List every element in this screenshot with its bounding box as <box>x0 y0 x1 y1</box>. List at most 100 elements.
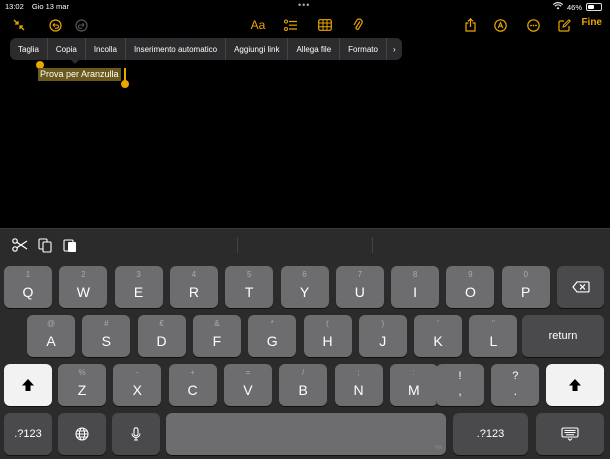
paste-shortcut-icon[interactable] <box>63 235 77 255</box>
key-alt-label: 3 <box>136 270 141 279</box>
key-r[interactable]: 4R <box>169 266 218 308</box>
numbers-key-right[interactable]: .?123 <box>453 413 528 455</box>
key-a[interactable]: @ A <box>27 315 75 357</box>
key-alt-label: = <box>245 368 251 377</box>
menu-item-add-link[interactable]: Aggiungi link <box>226 38 289 60</box>
shortcut-divider <box>237 237 238 253</box>
key-label: Z <box>77 382 87 398</box>
key-l[interactable]: " L <box>469 315 518 357</box>
numbers-key-left[interactable]: .?123 <box>4 413 52 455</box>
globe-key[interactable] <box>58 413 106 455</box>
key-k[interactable]: ' K <box>414 315 463 357</box>
redo-icon[interactable] <box>72 14 90 36</box>
return-key[interactable]: return <box>522 315 604 357</box>
done-button[interactable]: Fine <box>581 17 602 28</box>
key-j[interactable]: ) J <box>358 315 407 357</box>
key-alt-label: ) <box>381 319 385 328</box>
menu-item-cut[interactable]: Taglia <box>10 38 48 60</box>
paperclip-icon[interactable] <box>349 14 367 36</box>
key-label: H <box>322 333 333 349</box>
period-key[interactable]: ?. <box>491 364 540 406</box>
hide-keyboard-key[interactable] <box>536 413 604 455</box>
key-b[interactable]: / B <box>279 364 328 406</box>
menu-item-paste[interactable]: Incolla <box>86 38 126 60</box>
key-p[interactable]: 0P <box>501 266 550 308</box>
comma-key[interactable]: !, <box>436 364 484 406</box>
key-w[interactable]: 2W <box>59 266 108 308</box>
key-label: N <box>353 382 364 398</box>
key-alt-label: 6 <box>302 270 307 279</box>
checklist-icon[interactable] <box>282 14 300 36</box>
share-icon[interactable] <box>462 14 478 36</box>
key-g[interactable]: * G <box>248 315 297 357</box>
key-alt-label: 2 <box>81 270 86 279</box>
menu-item-attach-file[interactable]: Allega file <box>288 38 341 60</box>
key-alt-label: & <box>214 319 220 328</box>
edit-menu: Taglia Copia Incolla Inserimento automat… <box>10 38 402 60</box>
more-icon[interactable] <box>525 14 541 36</box>
shift-key-left[interactable] <box>4 364 52 406</box>
key-i[interactable]: 8I <box>391 266 440 308</box>
copy-shortcut-icon[interactable] <box>38 235 52 255</box>
key-x[interactable]: -X <box>113 364 162 406</box>
shift-icon <box>4 378 52 392</box>
key-alt-label: 9 <box>468 270 473 279</box>
multitasking-dots[interactable]: ••• <box>298 0 310 10</box>
menu-item-copy[interactable]: Copia <box>48 38 86 60</box>
key-alt-label: / <box>302 368 305 377</box>
menu-item-format[interactable]: Formato <box>340 38 387 60</box>
dictation-key[interactable] <box>112 413 160 455</box>
key-alt-label: 8 <box>412 270 418 279</box>
key-alt-label: ( <box>326 319 329 328</box>
undo-icon[interactable] <box>46 14 64 36</box>
note-selected-text[interactable]: Prova per Aranzulla <box>38 68 121 81</box>
battery-icon <box>586 3 602 11</box>
collapse-icon[interactable] <box>10 14 28 36</box>
table-icon[interactable] <box>316 14 334 36</box>
key-t[interactable]: 5T <box>225 266 274 308</box>
key-f[interactable]: & F <box>192 315 241 357</box>
key-s[interactable]: # S <box>82 315 131 357</box>
key-d[interactable]: € D <box>137 315 186 357</box>
notes-toolbar: Aa Fine <box>0 14 610 36</box>
key-n[interactable]: ; N <box>334 364 383 406</box>
key-v[interactable]: = V <box>223 364 272 406</box>
shift-key-right[interactable] <box>546 364 604 406</box>
key-e[interactable]: 3E <box>114 266 163 308</box>
key-label: V <box>243 382 253 398</box>
markup-icon[interactable] <box>492 14 508 36</box>
key-label: R <box>188 284 199 300</box>
status-left: 13:02 Gio 13 mar <box>5 2 75 11</box>
return-label: return <box>548 330 578 342</box>
key-label: M <box>407 382 420 398</box>
key-u[interactable]: 7U <box>335 266 384 308</box>
key-y[interactable]: 6Y <box>280 266 329 308</box>
menu-more-chevron-icon[interactable]: › <box>387 38 402 60</box>
key-alt-label: 0 <box>523 270 528 279</box>
key-o[interactable]: 9O <box>446 266 495 308</box>
key-z[interactable]: % Z <box>58 364 106 406</box>
key-alt-label: 5 <box>246 270 252 279</box>
cut-shortcut-icon[interactable] <box>12 235 28 255</box>
key-alt-label: " <box>491 319 495 328</box>
key-label: T <box>244 284 254 300</box>
menu-item-autofill[interactable]: Inserimento automatico <box>126 38 227 60</box>
key-label: , <box>458 384 462 398</box>
key-label: I <box>413 284 418 300</box>
key-alt-label: ; <box>357 368 360 377</box>
key-label: Q <box>22 284 34 300</box>
space-key[interactable]: ITA <box>166 413 446 455</box>
key-q[interactable]: 1Q <box>4 266 52 308</box>
wifi-icon <box>552 2 564 12</box>
selection-end-handle[interactable] <box>120 80 129 88</box>
delete-key[interactable] <box>557 266 604 308</box>
compose-icon[interactable] <box>556 14 572 36</box>
numbers-key-left-label: .?123 <box>14 428 42 440</box>
key-c[interactable]: + C <box>168 364 217 406</box>
format-button[interactable]: Aa <box>247 14 269 36</box>
globe-icon <box>58 427 106 441</box>
key-h[interactable]: (H <box>303 315 352 357</box>
key-label: W <box>76 284 90 300</box>
key-m[interactable]: :M <box>389 364 438 406</box>
key-alt-label: + <box>190 368 195 377</box>
